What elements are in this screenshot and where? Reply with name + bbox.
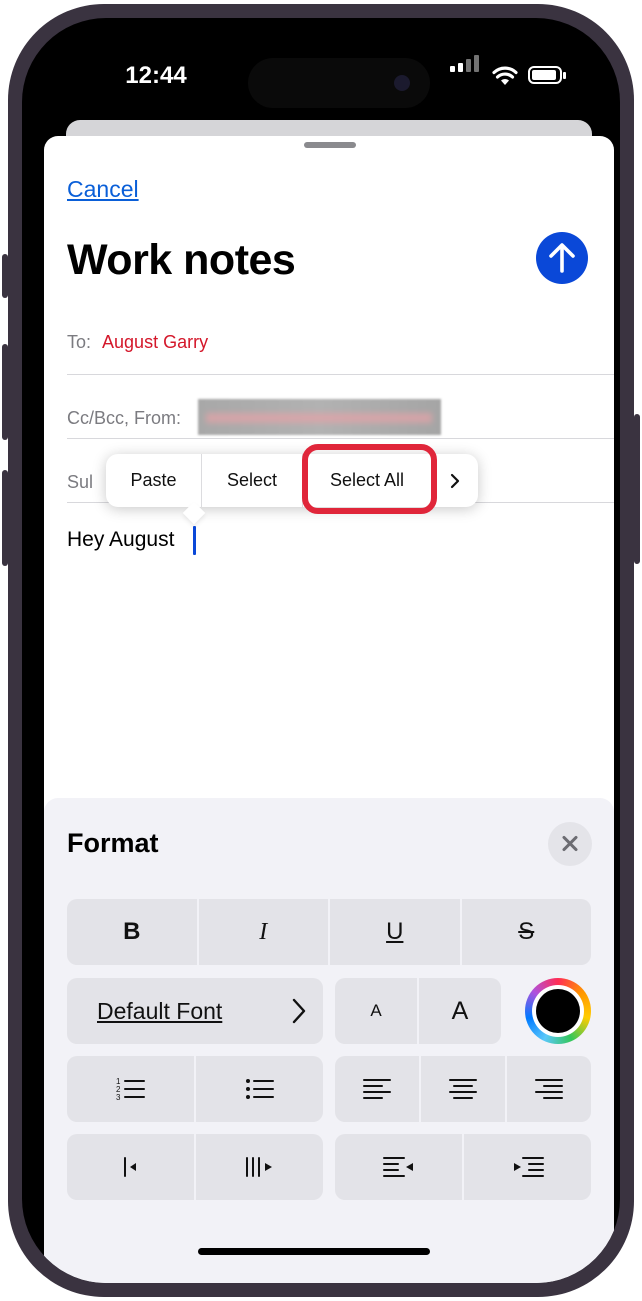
arrow-up-icon	[549, 243, 575, 273]
divider	[67, 438, 614, 439]
message-body[interactable]: Hey August	[67, 528, 174, 552]
wifi-icon	[492, 66, 518, 85]
camera-icon	[394, 75, 410, 91]
status-time: 12:44	[125, 62, 187, 89]
quote-decrease-icon	[123, 1157, 136, 1177]
chevron-right-icon	[292, 998, 306, 1024]
bulleted-list-button[interactable]	[194, 1056, 323, 1122]
underline-button[interactable]: U	[328, 899, 460, 965]
font-size-group: A A	[335, 978, 501, 1044]
bold-button[interactable]: B	[67, 899, 197, 965]
text-color-button[interactable]	[525, 978, 591, 1044]
font-name: Default Font	[97, 998, 223, 1024]
ccbcc-label[interactable]: Cc/Bcc, From:	[67, 408, 181, 429]
from-address-redacted[interactable]	[198, 399, 441, 435]
sheet-grabber[interactable]	[304, 142, 356, 148]
decrease-quote-level-button[interactable]	[67, 1134, 194, 1200]
to-label: To:	[67, 332, 92, 352]
more-options-button[interactable]	[432, 454, 478, 507]
cancel-button[interactable]: Cancel	[67, 176, 139, 203]
quote-level-group	[67, 1134, 323, 1200]
align-left-icon	[363, 1079, 391, 1099]
outdent-icon	[382, 1157, 413, 1177]
send-button[interactable]	[536, 232, 588, 284]
battery-icon	[528, 66, 566, 84]
subject-label[interactable]: Sul	[67, 472, 93, 493]
indent-icon	[513, 1157, 544, 1177]
dynamic-island	[248, 58, 430, 108]
align-center-icon	[449, 1079, 477, 1099]
increase-quote-level-button[interactable]	[194, 1134, 323, 1200]
align-right-icon	[535, 1079, 563, 1099]
paste-button[interactable]: Paste	[106, 454, 201, 507]
strikethrough-button[interactable]: S	[459, 899, 592, 965]
close-format-button[interactable]	[548, 822, 592, 866]
format-panel: Format B I U S Default Font A A 1 2 3	[44, 798, 614, 1283]
compose-sheet: Cancel Work notes To: August Garry Cc/Bc…	[44, 136, 614, 1283]
format-title: Format	[67, 828, 159, 858]
numbered-list-icon: 1 2 3	[116, 1077, 145, 1102]
font-picker-button[interactable]: Default Font	[67, 978, 323, 1044]
email-subject-title: Work notes	[67, 236, 296, 284]
align-right-button[interactable]	[505, 1056, 591, 1122]
phone-frame: 12:44 Cancel Work notes To: August Garry…	[2, 4, 640, 1297]
align-left-button[interactable]	[335, 1056, 419, 1122]
chevron-right-icon	[450, 473, 460, 488]
numbered-list-button[interactable]: 1 2 3	[67, 1056, 194, 1122]
select-all-highlight-annotation	[302, 444, 437, 514]
divider	[67, 374, 614, 375]
italic-button[interactable]: I	[196, 899, 329, 965]
indent-group	[335, 1134, 591, 1200]
outdent-button[interactable]	[335, 1134, 462, 1200]
home-indicator[interactable]	[198, 1248, 430, 1255]
alignment-group	[335, 1056, 591, 1122]
volume-up-button	[2, 344, 8, 440]
color-swatch-icon	[532, 985, 584, 1037]
recipient-token[interactable]: August Garry	[102, 332, 208, 352]
text-style-group: B I U S	[67, 899, 591, 965]
indent-button[interactable]	[462, 1134, 591, 1200]
list-style-group: 1 2 3	[67, 1056, 323, 1122]
align-center-button[interactable]	[419, 1056, 505, 1122]
quote-increase-icon	[245, 1157, 272, 1177]
power-button	[634, 414, 640, 564]
bulleted-list-icon	[245, 1079, 274, 1099]
action-button	[2, 254, 8, 298]
decrease-font-size-button[interactable]: A	[335, 978, 417, 1044]
svg-text:3: 3	[116, 1093, 121, 1102]
volume-down-button	[2, 470, 8, 566]
to-field[interactable]: To: August Garry	[67, 332, 208, 353]
select-button[interactable]: Select	[202, 454, 302, 507]
screen: 12:44 Cancel Work notes To: August Garry…	[22, 18, 620, 1283]
text-cursor	[193, 526, 196, 555]
increase-font-size-button[interactable]: A	[417, 978, 501, 1044]
